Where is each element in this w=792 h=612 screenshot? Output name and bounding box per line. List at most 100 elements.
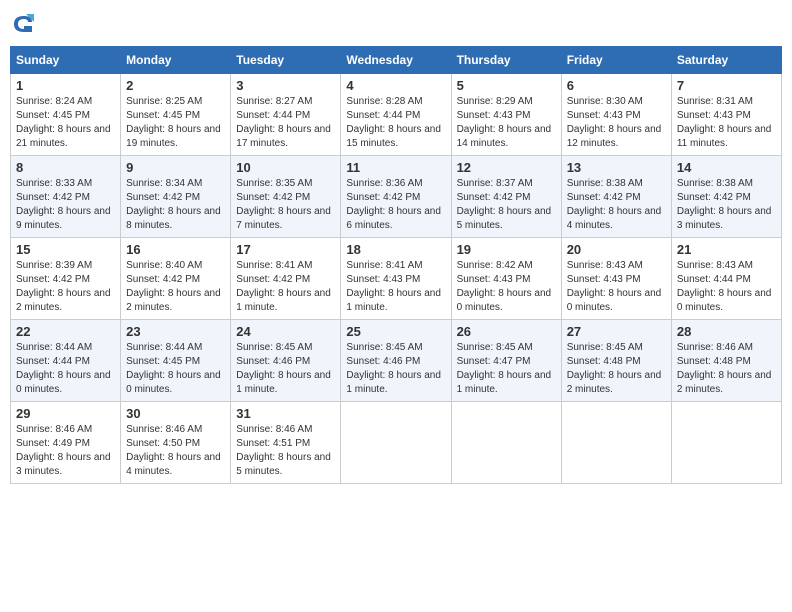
day-info: Sunrise: 8:44 AMSunset: 4:45 PMDaylight:… — [126, 341, 225, 397]
day-info: Sunrise: 8:24 AMSunset: 4:45 PMDaylight:… — [16, 95, 115, 151]
day-number: 28 — [677, 324, 776, 339]
day-cell: 17 Sunrise: 8:41 AMSunset: 4:42 PMDaylig… — [231, 238, 341, 320]
day-number: 21 — [677, 242, 776, 257]
day-cell: 13 Sunrise: 8:38 AMSunset: 4:42 PMDaylig… — [561, 156, 671, 238]
day-info: Sunrise: 8:44 AMSunset: 4:44 PMDaylight:… — [16, 341, 115, 397]
day-number: 6 — [567, 78, 666, 93]
weekday-header-row: SundayMondayTuesdayWednesdayThursdayFrid… — [11, 47, 782, 74]
day-cell: 10 Sunrise: 8:35 AMSunset: 4:42 PMDaylig… — [231, 156, 341, 238]
day-cell: 1 Sunrise: 8:24 AMSunset: 4:45 PMDayligh… — [11, 74, 121, 156]
day-number: 17 — [236, 242, 335, 257]
day-info: Sunrise: 8:43 AMSunset: 4:43 PMDaylight:… — [567, 259, 666, 315]
day-number: 29 — [16, 406, 115, 421]
day-number: 20 — [567, 242, 666, 257]
week-row-1: 1 Sunrise: 8:24 AMSunset: 4:45 PMDayligh… — [11, 74, 782, 156]
day-cell: 21 Sunrise: 8:43 AMSunset: 4:44 PMDaylig… — [671, 238, 781, 320]
calendar-table: SundayMondayTuesdayWednesdayThursdayFrid… — [10, 46, 782, 484]
day-info: Sunrise: 8:35 AMSunset: 4:42 PMDaylight:… — [236, 177, 335, 233]
day-info: Sunrise: 8:45 AMSunset: 4:46 PMDaylight:… — [346, 341, 445, 397]
day-info: Sunrise: 8:41 AMSunset: 4:42 PMDaylight:… — [236, 259, 335, 315]
day-cell: 5 Sunrise: 8:29 AMSunset: 4:43 PMDayligh… — [451, 74, 561, 156]
day-number: 23 — [126, 324, 225, 339]
day-number: 9 — [126, 160, 225, 175]
day-number: 30 — [126, 406, 225, 421]
day-info: Sunrise: 8:30 AMSunset: 4:43 PMDaylight:… — [567, 95, 666, 151]
day-cell: 16 Sunrise: 8:40 AMSunset: 4:42 PMDaylig… — [121, 238, 231, 320]
day-cell: 4 Sunrise: 8:28 AMSunset: 4:44 PMDayligh… — [341, 74, 451, 156]
day-info: Sunrise: 8:46 AMSunset: 4:48 PMDaylight:… — [677, 341, 776, 397]
day-number: 15 — [16, 242, 115, 257]
day-number: 4 — [346, 78, 445, 93]
weekday-header-tuesday: Tuesday — [231, 47, 341, 74]
day-number: 18 — [346, 242, 445, 257]
day-info: Sunrise: 8:42 AMSunset: 4:43 PMDaylight:… — [457, 259, 556, 315]
day-info: Sunrise: 8:33 AMSunset: 4:42 PMDaylight:… — [16, 177, 115, 233]
week-row-3: 15 Sunrise: 8:39 AMSunset: 4:42 PMDaylig… — [11, 238, 782, 320]
day-info: Sunrise: 8:41 AMSunset: 4:43 PMDaylight:… — [346, 259, 445, 315]
day-cell: 29 Sunrise: 8:46 AMSunset: 4:49 PMDaylig… — [11, 402, 121, 484]
day-info: Sunrise: 8:34 AMSunset: 4:42 PMDaylight:… — [126, 177, 225, 233]
day-info: Sunrise: 8:45 AMSunset: 4:48 PMDaylight:… — [567, 341, 666, 397]
day-number: 8 — [16, 160, 115, 175]
day-cell: 26 Sunrise: 8:45 AMSunset: 4:47 PMDaylig… — [451, 320, 561, 402]
day-cell: 19 Sunrise: 8:42 AMSunset: 4:43 PMDaylig… — [451, 238, 561, 320]
day-cell: 2 Sunrise: 8:25 AMSunset: 4:45 PMDayligh… — [121, 74, 231, 156]
day-number: 5 — [457, 78, 556, 93]
day-cell: 12 Sunrise: 8:37 AMSunset: 4:42 PMDaylig… — [451, 156, 561, 238]
week-row-4: 22 Sunrise: 8:44 AMSunset: 4:44 PMDaylig… — [11, 320, 782, 402]
day-cell: 8 Sunrise: 8:33 AMSunset: 4:42 PMDayligh… — [11, 156, 121, 238]
day-number: 22 — [16, 324, 115, 339]
day-cell: 15 Sunrise: 8:39 AMSunset: 4:42 PMDaylig… — [11, 238, 121, 320]
day-info: Sunrise: 8:29 AMSunset: 4:43 PMDaylight:… — [457, 95, 556, 151]
day-cell: 23 Sunrise: 8:44 AMSunset: 4:45 PMDaylig… — [121, 320, 231, 402]
day-cell: 20 Sunrise: 8:43 AMSunset: 4:43 PMDaylig… — [561, 238, 671, 320]
day-cell: 3 Sunrise: 8:27 AMSunset: 4:44 PMDayligh… — [231, 74, 341, 156]
day-number: 19 — [457, 242, 556, 257]
day-cell: 7 Sunrise: 8:31 AMSunset: 4:43 PMDayligh… — [671, 74, 781, 156]
day-cell: 28 Sunrise: 8:46 AMSunset: 4:48 PMDaylig… — [671, 320, 781, 402]
day-cell: 18 Sunrise: 8:41 AMSunset: 4:43 PMDaylig… — [341, 238, 451, 320]
day-info: Sunrise: 8:36 AMSunset: 4:42 PMDaylight:… — [346, 177, 445, 233]
day-number: 12 — [457, 160, 556, 175]
day-number: 14 — [677, 160, 776, 175]
day-number: 2 — [126, 78, 225, 93]
weekday-header-monday: Monday — [121, 47, 231, 74]
day-cell — [341, 402, 451, 484]
day-info: Sunrise: 8:45 AMSunset: 4:46 PMDaylight:… — [236, 341, 335, 397]
day-cell: 11 Sunrise: 8:36 AMSunset: 4:42 PMDaylig… — [341, 156, 451, 238]
logo-icon — [10, 10, 38, 38]
day-info: Sunrise: 8:43 AMSunset: 4:44 PMDaylight:… — [677, 259, 776, 315]
weekday-header-friday: Friday — [561, 47, 671, 74]
day-info: Sunrise: 8:39 AMSunset: 4:42 PMDaylight:… — [16, 259, 115, 315]
day-cell: 6 Sunrise: 8:30 AMSunset: 4:43 PMDayligh… — [561, 74, 671, 156]
weekday-header-wednesday: Wednesday — [341, 47, 451, 74]
day-cell: 24 Sunrise: 8:45 AMSunset: 4:46 PMDaylig… — [231, 320, 341, 402]
day-number: 16 — [126, 242, 225, 257]
day-info: Sunrise: 8:40 AMSunset: 4:42 PMDaylight:… — [126, 259, 225, 315]
day-cell — [451, 402, 561, 484]
day-info: Sunrise: 8:37 AMSunset: 4:42 PMDaylight:… — [457, 177, 556, 233]
day-number: 10 — [236, 160, 335, 175]
day-number: 27 — [567, 324, 666, 339]
day-info: Sunrise: 8:25 AMSunset: 4:45 PMDaylight:… — [126, 95, 225, 151]
day-number: 3 — [236, 78, 335, 93]
day-cell — [671, 402, 781, 484]
day-cell: 30 Sunrise: 8:46 AMSunset: 4:50 PMDaylig… — [121, 402, 231, 484]
weekday-header-thursday: Thursday — [451, 47, 561, 74]
day-info: Sunrise: 8:46 AMSunset: 4:51 PMDaylight:… — [236, 423, 335, 479]
day-cell: 31 Sunrise: 8:46 AMSunset: 4:51 PMDaylig… — [231, 402, 341, 484]
day-number: 1 — [16, 78, 115, 93]
weekday-header-sunday: Sunday — [11, 47, 121, 74]
day-info: Sunrise: 8:45 AMSunset: 4:47 PMDaylight:… — [457, 341, 556, 397]
weekday-header-saturday: Saturday — [671, 47, 781, 74]
day-number: 11 — [346, 160, 445, 175]
day-cell: 14 Sunrise: 8:38 AMSunset: 4:42 PMDaylig… — [671, 156, 781, 238]
day-info: Sunrise: 8:27 AMSunset: 4:44 PMDaylight:… — [236, 95, 335, 151]
day-info: Sunrise: 8:38 AMSunset: 4:42 PMDaylight:… — [677, 177, 776, 233]
day-info: Sunrise: 8:31 AMSunset: 4:43 PMDaylight:… — [677, 95, 776, 151]
day-info: Sunrise: 8:46 AMSunset: 4:49 PMDaylight:… — [16, 423, 115, 479]
logo — [10, 10, 40, 38]
day-cell — [561, 402, 671, 484]
day-number: 25 — [346, 324, 445, 339]
day-info: Sunrise: 8:28 AMSunset: 4:44 PMDaylight:… — [346, 95, 445, 151]
